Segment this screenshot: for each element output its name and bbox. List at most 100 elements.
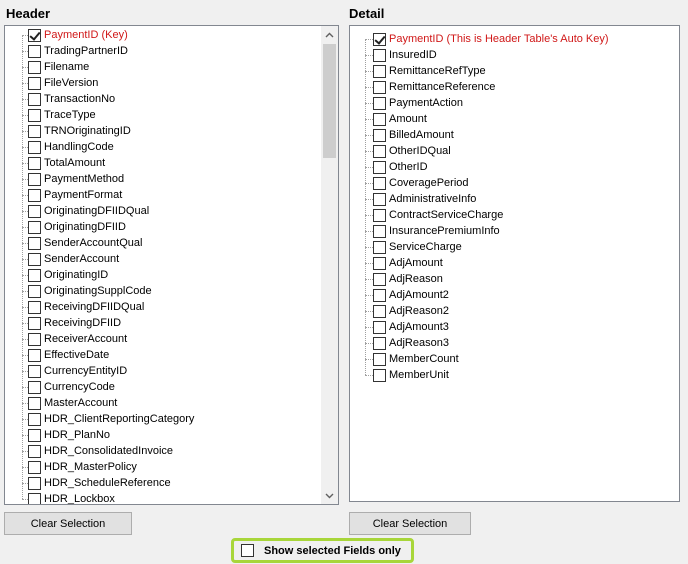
detail-clear-selection-button[interactable]: Clear Selection — [349, 512, 471, 535]
header-field-item[interactable]: OriginatingDFIIDQual — [28, 203, 150, 219]
show-selected-fields-toggle[interactable]: Show selected Fields only — [231, 538, 414, 563]
header-field-checkbox[interactable] — [28, 172, 41, 186]
header-field-item[interactable]: OriginatingID — [28, 267, 109, 283]
detail-field-item[interactable]: Amount — [373, 111, 428, 127]
detail-field-checkbox[interactable] — [373, 176, 386, 190]
header-field-item[interactable]: HDR_PlanNo — [28, 427, 111, 443]
scroll-thumb[interactable] — [323, 44, 336, 158]
detail-field-item[interactable]: AdministrativeInfo — [373, 191, 477, 207]
header-field-item[interactable]: HDR_Lockbox — [28, 491, 116, 504]
detail-field-item[interactable]: MemberUnit — [373, 367, 450, 383]
header-field-item[interactable]: TransactionNo — [28, 91, 116, 107]
header-field-checkbox[interactable] — [28, 108, 41, 122]
detail-field-checkbox[interactable] — [373, 160, 386, 174]
detail-field-item[interactable]: MemberCount — [373, 351, 460, 367]
header-field-checkbox[interactable] — [28, 204, 41, 218]
header-field-item[interactable]: HDR_ConsolidatedInvoice — [28, 443, 174, 459]
header-field-item[interactable]: FileVersion — [28, 75, 99, 91]
header-field-item[interactable]: TotalAmount — [28, 155, 106, 171]
detail-field-item[interactable]: RemittanceReference — [373, 79, 496, 95]
detail-field-item[interactable]: AdjAmount3 — [373, 319, 450, 335]
detail-field-checkbox[interactable] — [373, 208, 386, 222]
header-field-item[interactable]: HDR_ScheduleReference — [28, 475, 172, 491]
header-field-item[interactable]: TradingPartnerID — [28, 43, 129, 59]
detail-field-checkbox[interactable] — [373, 368, 386, 382]
header-field-item[interactable]: CurrencyCode — [28, 379, 116, 395]
detail-field-item[interactable]: CoveragePeriod — [373, 175, 470, 191]
header-field-checkbox[interactable] — [28, 268, 41, 282]
detail-field-checkbox[interactable] — [373, 288, 386, 302]
detail-field-checkbox[interactable] — [373, 320, 386, 334]
header-field-item[interactable]: SenderAccount — [28, 251, 120, 267]
header-field-item[interactable]: ReceivingDFIID — [28, 315, 122, 331]
header-field-checkbox[interactable] — [28, 60, 41, 74]
header-field-item[interactable]: PaymentMethod — [28, 171, 125, 187]
header-field-checkbox[interactable] — [28, 28, 41, 42]
header-field-checkbox[interactable] — [28, 252, 41, 266]
detail-field-checkbox[interactable] — [373, 48, 386, 62]
header-field-checkbox[interactable] — [28, 364, 41, 378]
header-field-checkbox[interactable] — [28, 44, 41, 58]
detail-field-checkbox[interactable] — [373, 112, 386, 126]
detail-field-checkbox[interactable] — [373, 64, 386, 78]
detail-field-checkbox[interactable] — [373, 144, 386, 158]
header-field-item[interactable]: PaymentID (Key) — [28, 27, 129, 43]
show-selected-checkbox[interactable] — [241, 544, 254, 557]
header-field-checkbox[interactable] — [28, 348, 41, 362]
header-field-item[interactable]: HDR_MasterPolicy — [28, 459, 138, 475]
detail-field-item[interactable]: AdjReason — [373, 271, 444, 287]
header-scrollbar[interactable] — [321, 26, 338, 504]
header-field-checkbox[interactable] — [28, 92, 41, 106]
header-field-checkbox[interactable] — [28, 460, 41, 474]
header-field-checkbox[interactable] — [28, 300, 41, 314]
header-field-checkbox[interactable] — [28, 156, 41, 170]
detail-field-item[interactable]: ContractServiceCharge — [373, 207, 504, 223]
detail-field-item[interactable]: PaymentAction — [373, 95, 464, 111]
header-field-checkbox[interactable] — [28, 476, 41, 490]
chevron-up-icon[interactable] — [321, 26, 338, 43]
header-field-item[interactable]: CurrencyEntityID — [28, 363, 128, 379]
detail-field-item[interactable]: BilledAmount — [373, 127, 455, 143]
header-field-checkbox[interactable] — [28, 412, 41, 426]
header-field-item[interactable]: TRNOriginatingID — [28, 123, 132, 139]
header-field-item[interactable]: HDR_ClientReportingCategory — [28, 411, 195, 427]
detail-field-checkbox[interactable] — [373, 192, 386, 206]
header-field-item[interactable]: Filename — [28, 59, 90, 75]
detail-field-checkbox[interactable] — [373, 272, 386, 286]
detail-field-checkbox[interactable] — [373, 240, 386, 254]
detail-field-item[interactable]: RemittanceRefType — [373, 63, 487, 79]
header-field-item[interactable]: TraceType — [28, 107, 97, 123]
detail-field-item[interactable]: OtherIDQual — [373, 143, 452, 159]
detail-field-item[interactable]: InsuredID — [373, 47, 438, 63]
detail-field-item[interactable]: AdjReason2 — [373, 303, 450, 319]
chevron-down-icon[interactable] — [321, 487, 338, 504]
header-field-checkbox[interactable] — [28, 236, 41, 250]
header-field-checkbox[interactable] — [28, 220, 41, 234]
header-field-checkbox[interactable] — [28, 140, 41, 154]
detail-field-checkbox[interactable] — [373, 128, 386, 142]
header-field-checkbox[interactable] — [28, 428, 41, 442]
header-field-checkbox[interactable] — [28, 76, 41, 90]
detail-field-checkbox[interactable] — [373, 336, 386, 350]
detail-field-checkbox[interactable] — [373, 304, 386, 318]
header-field-checkbox[interactable] — [28, 492, 41, 504]
detail-field-tree[interactable]: PaymentID (This is Header Table's Auto K… — [349, 25, 680, 502]
detail-field-item[interactable]: OtherID — [373, 159, 429, 175]
header-field-checkbox[interactable] — [28, 396, 41, 410]
detail-field-item[interactable]: InsurancePremiumInfo — [373, 223, 501, 239]
header-field-item[interactable]: OriginatingDFIID — [28, 219, 127, 235]
header-field-checkbox[interactable] — [28, 188, 41, 202]
header-field-checkbox[interactable] — [28, 124, 41, 138]
header-field-tree[interactable]: PaymentID (Key) TradingPartnerID Filename F… — [4, 25, 339, 505]
detail-field-item[interactable]: AdjAmount — [373, 255, 444, 271]
header-field-item[interactable]: ReceiverAccount — [28, 331, 128, 347]
header-field-item[interactable]: ReceivingDFIIDQual — [28, 299, 145, 315]
header-field-checkbox[interactable] — [28, 380, 41, 394]
header-field-item[interactable]: EffectiveDate — [28, 347, 110, 363]
detail-field-checkbox[interactable] — [373, 96, 386, 110]
header-field-checkbox[interactable] — [28, 316, 41, 330]
detail-field-checkbox[interactable] — [373, 80, 386, 94]
header-field-item[interactable]: HandlingCode — [28, 139, 115, 155]
header-field-checkbox[interactable] — [28, 284, 41, 298]
detail-field-item[interactable]: AdjReason3 — [373, 335, 450, 351]
